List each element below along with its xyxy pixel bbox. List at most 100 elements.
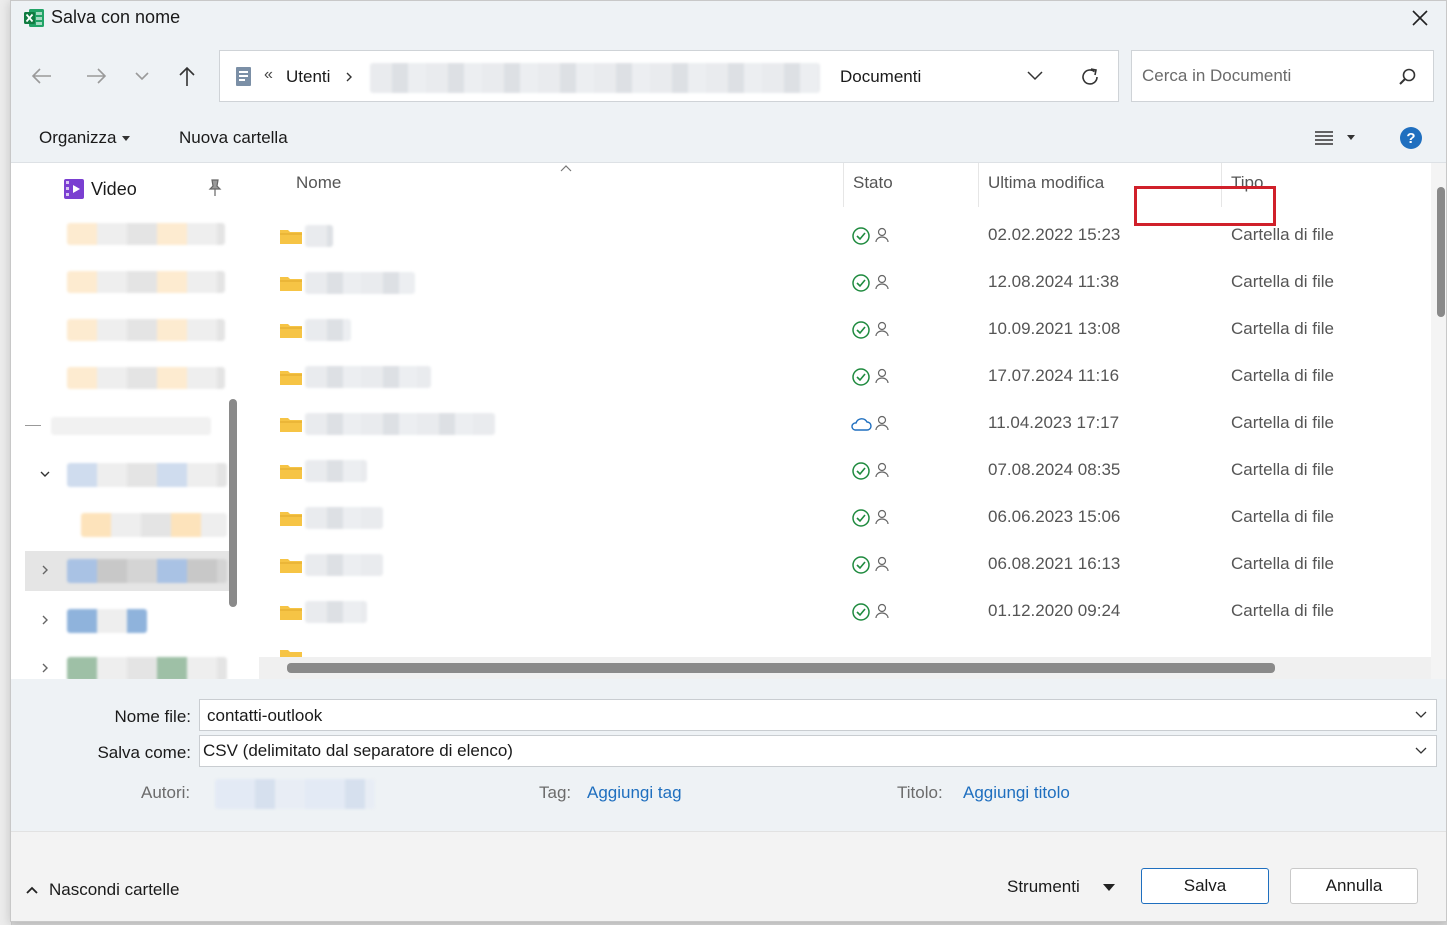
view-options-icon[interactable]	[1313, 128, 1335, 148]
breadcrumb-overflow[interactable]: «	[264, 66, 273, 84]
documents-location-icon	[236, 67, 251, 86]
column-header-modified[interactable]: Ultima modifica	[988, 173, 1104, 193]
redacted-file-name	[305, 225, 333, 247]
chevron-right-icon[interactable]	[39, 662, 51, 674]
synced-status-icon	[852, 462, 889, 480]
save-button[interactable]: Salva	[1141, 868, 1269, 904]
savetype-dropdown-chevron-icon[interactable]	[1414, 746, 1428, 756]
sidebar-item-redacted-selected[interactable]	[25, 551, 231, 591]
command-bar: Organizza Nuova cartella ?	[11, 113, 1446, 163]
recent-locations-chevron-icon[interactable]	[129, 63, 155, 89]
help-icon[interactable]: ?	[1399, 126, 1423, 150]
folder-icon	[280, 277, 302, 291]
view-options-caret-icon[interactable]	[1347, 135, 1355, 140]
redacted-file-name	[305, 601, 367, 623]
table-row[interactable]: 11.04.2023 17:17 Cartella di file	[249, 401, 1419, 448]
breadcrumb-users[interactable]: Utenti	[286, 67, 330, 87]
address-bar[interactable]: « Utenti Documenti	[219, 50, 1119, 102]
address-dropdown-chevron-icon[interactable]	[1026, 69, 1044, 83]
new-folder-button[interactable]: Nuova cartella	[179, 128, 288, 148]
sidebar-item-redacted[interactable]	[25, 213, 231, 253]
cell-type: Cartella di file	[1231, 366, 1334, 385]
chevron-up-icon	[26, 886, 38, 894]
search-icon[interactable]	[1397, 67, 1417, 87]
navigation-scrollbar[interactable]	[229, 399, 237, 607]
synced-status-icon	[852, 556, 889, 574]
redacted-item	[67, 609, 147, 633]
add-title-link[interactable]: Aggiungi titolo	[963, 783, 1070, 803]
file-list-vertical-scroll-thumb[interactable]	[1437, 187, 1445, 317]
refresh-icon[interactable]	[1078, 65, 1102, 89]
table-row[interactable]: 06.08.2021 16:13 Cartella di file	[249, 542, 1419, 589]
cell-modified: 06.06.2023 15:06	[988, 507, 1121, 526]
synced-status-icon	[852, 227, 889, 245]
filename-input[interactable]	[207, 705, 1407, 727]
add-tag-link[interactable]: Aggiungi tag	[587, 783, 682, 803]
sidebar-item-video[interactable]: Video	[61, 177, 229, 207]
sidebar-item-redacted-expanded[interactable]	[25, 455, 231, 495]
redacted-item	[67, 319, 225, 341]
filename-dropdown-chevron-icon[interactable]	[1414, 710, 1428, 720]
cell-modified: 17.07.2024 11:16	[988, 366, 1120, 385]
cell-type: Cartella di file	[1231, 319, 1334, 338]
up-arrow-icon[interactable]	[174, 63, 200, 89]
sidebar-divider	[25, 425, 41, 426]
folder-icon	[280, 559, 302, 573]
svg-text:?: ?	[1406, 130, 1415, 147]
sidebar-item-redacted[interactable]	[25, 309, 231, 349]
breadcrumb-documents[interactable]: Documenti	[840, 67, 921, 87]
cancel-button[interactable]: Annulla	[1290, 868, 1418, 904]
table-row[interactable]: 10.09.2021 13:08 Cartella di file	[249, 307, 1419, 354]
table-row[interactable]: 06.06.2023 15:06 Cartella di file	[249, 495, 1419, 542]
folder-icon	[280, 606, 302, 620]
table-row[interactable]: 07.08.2024 08:35 Cartella di file	[249, 448, 1419, 495]
cell-type: Cartella di file	[1231, 460, 1334, 479]
table-row[interactable]: 12.08.2024 11:38 Cartella di file	[249, 260, 1419, 307]
chevron-right-icon[interactable]	[39, 614, 51, 626]
cell-type: Cartella di file	[1231, 601, 1334, 620]
sidebar-item-redacted[interactable]	[25, 357, 231, 397]
column-divider[interactable]	[843, 163, 844, 207]
hide-folders-label: Nascondi cartelle	[49, 880, 180, 899]
search-input[interactable]	[1142, 64, 1382, 88]
sidebar-item-redacted[interactable]	[25, 649, 231, 679]
savetype-label: Salva come:	[97, 743, 191, 762]
cell-modified: 06.08.2021 16:13	[988, 554, 1121, 573]
folder-icon	[280, 324, 302, 338]
savetype-select[interactable]: CSV (delimitato dal separatore di elenco…	[199, 735, 1437, 767]
redacted-author[interactable]	[215, 779, 375, 809]
chevron-right-icon[interactable]	[39, 564, 51, 576]
organize-button[interactable]: Organizza	[39, 128, 131, 148]
sidebar-item-redacted[interactable]	[25, 601, 231, 641]
redacted-item	[67, 271, 225, 293]
filename-field	[199, 699, 1437, 731]
folder-icon	[280, 418, 302, 432]
tools-button[interactable]: Strumenti	[1007, 877, 1080, 897]
organize-label: Organizza	[39, 128, 117, 147]
redacted-file-name	[305, 413, 495, 435]
cell-type: Cartella di file	[1231, 272, 1334, 291]
forward-arrow-icon[interactable]	[83, 63, 109, 89]
chevron-down-icon[interactable]	[39, 468, 51, 480]
redacted-item	[67, 367, 225, 389]
table-row[interactable]: 01.12.2020 09:24 Cartella di file	[249, 589, 1419, 636]
file-list-horizontal-scroll-thumb[interactable]	[287, 663, 1275, 673]
close-icon[interactable]	[1408, 6, 1432, 30]
tools-caret-icon[interactable]	[1103, 884, 1115, 891]
cell-modified: 11.04.2023 17:17	[988, 413, 1120, 432]
cloud-status-icon	[851, 415, 889, 431]
redacted-file-name	[305, 460, 367, 482]
sidebar-item-redacted[interactable]	[25, 261, 231, 301]
sidebar-item-redacted[interactable]	[25, 505, 231, 545]
column-divider[interactable]	[978, 163, 979, 207]
redacted-item	[67, 223, 225, 245]
column-header-name[interactable]: Nome	[296, 173, 341, 193]
column-header-status[interactable]: Stato	[853, 173, 893, 193]
cell-type: Cartella di file	[1231, 507, 1334, 526]
pin-icon[interactable]	[207, 179, 223, 197]
cell-modified: 12.08.2024 11:38	[988, 272, 1120, 291]
redacted-file-name	[305, 272, 415, 294]
back-arrow-icon[interactable]	[29, 63, 55, 89]
table-row[interactable]: 17.07.2024 11:16 Cartella di file	[249, 354, 1419, 401]
title-bar: Salva con nome	[11, 1, 1446, 39]
